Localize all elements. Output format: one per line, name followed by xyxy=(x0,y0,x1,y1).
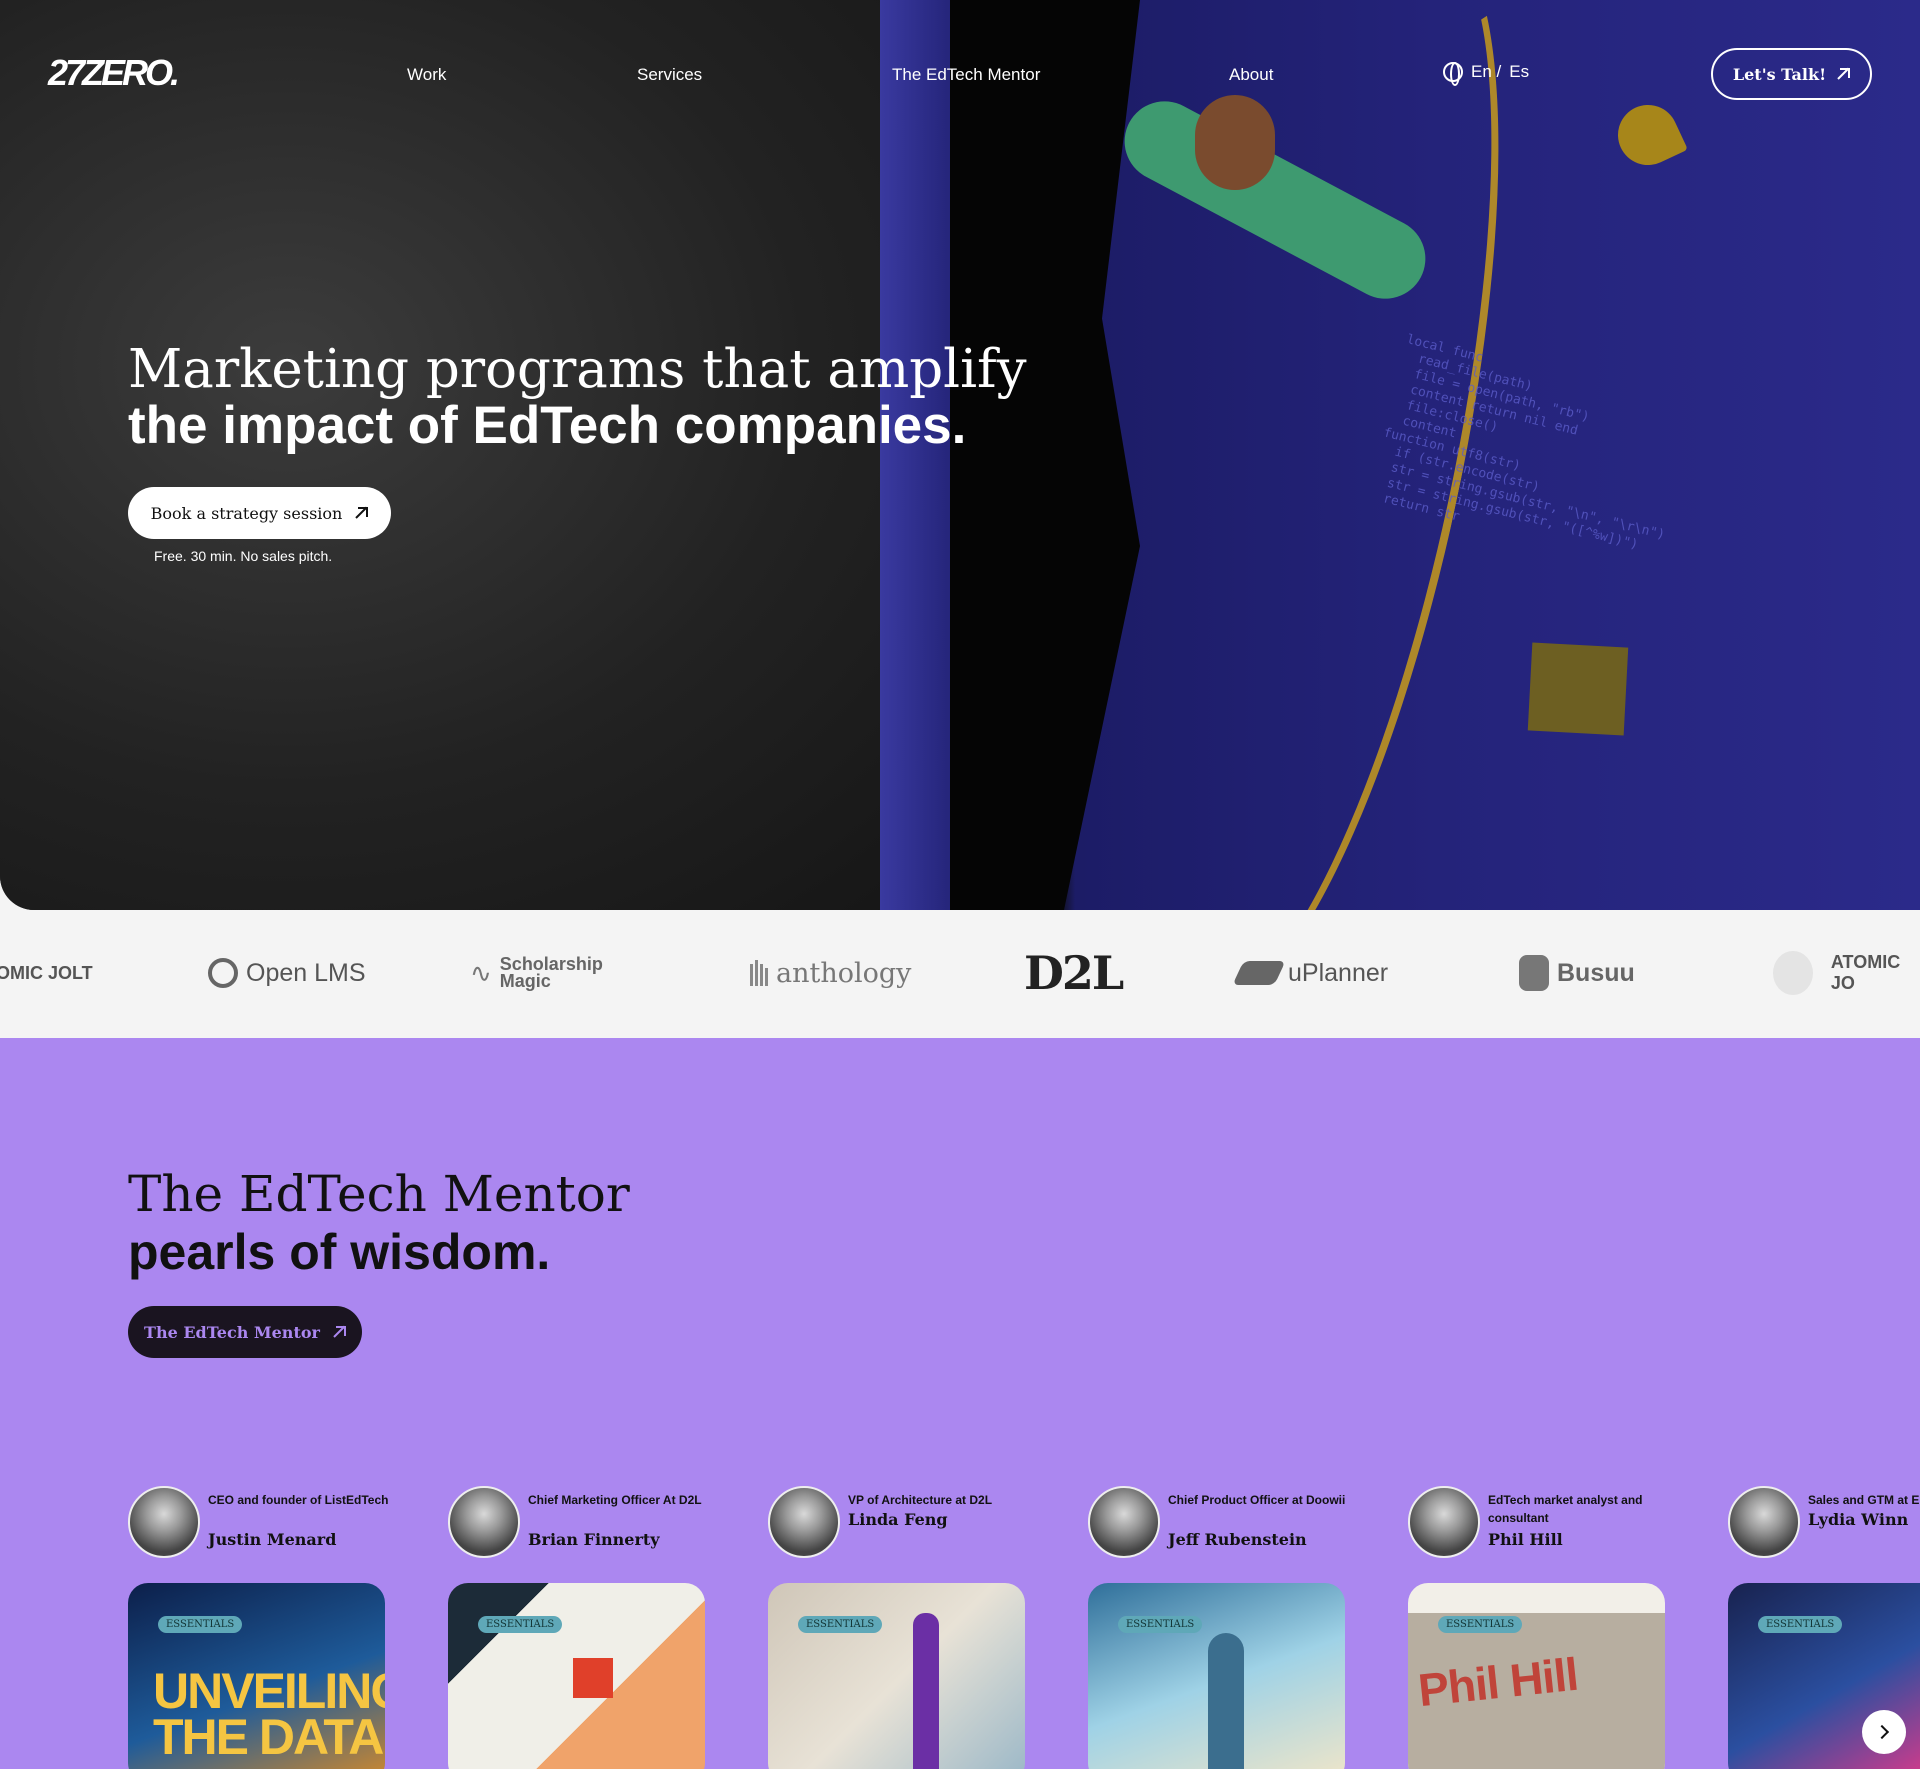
logo-text: uPlanner xyxy=(1288,958,1389,987)
mentor-name: Phil Hill xyxy=(1488,1530,1563,1549)
logo-text: Busuu xyxy=(1557,958,1635,987)
hero-section: local func read_file(path) file = open(p… xyxy=(0,0,1920,910)
hero-illustration-code: local func read_file(path) file = open(p… xyxy=(1366,332,1667,553)
scholarship-magic-icon: ∿ xyxy=(470,957,492,988)
mentor-name: Brian Finnerty xyxy=(528,1530,660,1549)
book-strategy-session-button[interactable]: Book a strategy session xyxy=(128,487,391,539)
logo-text: OMIC JOLT xyxy=(0,962,93,983)
essentials-tag: ESSENTIALS xyxy=(1438,1616,1523,1633)
logo-text: Scholarship Magic xyxy=(499,955,603,991)
busuu-icon xyxy=(1519,955,1549,991)
essentials-tag: ESSENTIALS xyxy=(478,1616,563,1633)
essentials-tag: ESSENTIALS xyxy=(798,1616,883,1633)
logo-atomic-jolt-right: ATOMIC JO xyxy=(1773,950,1920,996)
chevron-right-icon xyxy=(1874,1724,1890,1740)
mentor-card-jeff-rubenstein[interactable]: ESSENTIALS xyxy=(1088,1583,1345,1769)
mentor-title-line2: pearls of wisdom. xyxy=(128,1224,551,1280)
hero-title-line1: Marketing programs that amplify xyxy=(128,339,1027,400)
mentor-card-brian-finnerty[interactable]: ESSENTIALS xyxy=(448,1583,705,1769)
lets-talk-button[interactable]: Let's Talk! xyxy=(1711,48,1872,100)
avatar xyxy=(1088,1486,1160,1558)
client-logos-strip: OMIC JOLT Open LMS ∿ Scholarship Magic a… xyxy=(0,910,1920,1038)
card-illustration xyxy=(1208,1633,1244,1769)
avatar xyxy=(1408,1486,1480,1558)
logo-uplanner: uPlanner xyxy=(1232,950,1389,996)
hero-illustration-shadow xyxy=(950,0,1140,910)
mentor-role: Chief Product Officer at Doowii xyxy=(1168,1493,1346,1507)
nav-about[interactable]: About xyxy=(1229,65,1273,85)
essentials-tag: ESSENTIALS xyxy=(158,1616,243,1633)
arrow-up-right-icon xyxy=(356,507,369,519)
mentor-role: Chief Marketing Officer At D2L xyxy=(528,1493,702,1507)
site-logo[interactable]: 27ZERO. xyxy=(48,52,180,94)
logo-busuu: Busuu xyxy=(1519,950,1635,996)
hero-illustration-person-head xyxy=(1195,95,1275,190)
lang-en[interactable]: En / xyxy=(1471,62,1501,82)
logo-anthology: anthology xyxy=(750,950,911,996)
book-session-note: Free. 30 min. No sales pitch. xyxy=(154,548,333,564)
logo-text: Open LMS xyxy=(246,958,366,987)
hero-title-line2: the impact of EdTech companies. xyxy=(128,396,967,455)
lang-es[interactable]: Es xyxy=(1509,62,1529,82)
edtech-mentor-button-label: The EdTech Mentor xyxy=(144,1322,320,1342)
mentor-card-phil-hill[interactable]: ESSENTIALS Phil Hill xyxy=(1408,1583,1665,1769)
hero-illustration-heart xyxy=(1608,95,1688,175)
mentor-role: Sales and GTM at E xyxy=(1808,1493,1920,1507)
logo-text-line2: Magic xyxy=(499,971,551,991)
mentor-name: Linda Feng xyxy=(848,1510,948,1529)
lets-talk-label: Let's Talk! xyxy=(1732,64,1827,84)
card-title: UNVEILING THE DATA xyxy=(153,1663,385,1765)
logo-d2l: D2L xyxy=(1024,946,1124,1000)
mentor-role: EdTech market analyst and consultant xyxy=(1488,1493,1643,1525)
atomic-jolt-icon xyxy=(1773,951,1813,995)
avatar xyxy=(768,1486,840,1558)
hero-title: Marketing programs that amplify the impa… xyxy=(128,342,1027,454)
card-illustration xyxy=(913,1613,939,1769)
open-lms-icon xyxy=(208,958,238,988)
mentor-section-title: The EdTech Mentor pearls of wisdom. xyxy=(128,1165,630,1281)
nav-work[interactable]: Work xyxy=(407,65,446,85)
logo-scholarship-magic: ∿ Scholarship Magic xyxy=(470,950,603,996)
language-switcher: En / Es xyxy=(1443,62,1529,86)
logo-text: D2L xyxy=(1024,946,1124,1000)
mentor-title-line1: The EdTech Mentor xyxy=(128,1165,630,1223)
edtech-mentor-section: The EdTech Mentor pearls of wisdom. The … xyxy=(0,1038,1920,1769)
avatar xyxy=(128,1486,200,1558)
carousel-next-button[interactable] xyxy=(1862,1710,1906,1754)
essentials-tag: ESSENTIALS xyxy=(1758,1616,1843,1633)
mentor-name: Jeff Rubenstein xyxy=(1168,1530,1307,1549)
mentor-card-justin-menard[interactable]: ESSENTIALS UNVEILING THE DATA xyxy=(128,1583,385,1769)
mentor-role: VP of Architecture at D2L xyxy=(848,1493,993,1507)
mentor-name: Justin Menard xyxy=(208,1530,337,1549)
globe-icon xyxy=(1443,62,1463,86)
hero-illustration-room xyxy=(0,0,960,910)
nav-services[interactable]: Services xyxy=(637,65,702,85)
mentor-name: Lydia Winn xyxy=(1808,1510,1909,1529)
logo-open-lms: Open LMS xyxy=(208,950,366,996)
anthology-icon xyxy=(750,960,768,986)
nav-edtech-mentor[interactable]: The EdTech Mentor xyxy=(892,65,1040,85)
edtech-mentor-button[interactable]: The EdTech Mentor xyxy=(128,1306,362,1358)
mentor-card-linda-feng[interactable]: ESSENTIALS xyxy=(768,1583,1025,1769)
logo-text: anthology xyxy=(776,957,912,989)
uplanner-icon xyxy=(1232,961,1286,985)
arrow-up-right-icon xyxy=(334,1326,346,1338)
avatar xyxy=(448,1486,520,1558)
book-strategy-session-label: Book a strategy session xyxy=(150,503,343,523)
logo-text: ATOMIC JO xyxy=(1830,952,1901,993)
essentials-tag: ESSENTIALS xyxy=(1118,1616,1203,1633)
card-illustration xyxy=(573,1658,613,1698)
avatar xyxy=(1728,1486,1800,1558)
mentor-role: CEO and founder of ListEdTech xyxy=(208,1493,389,1507)
arrow-up-right-icon xyxy=(1838,68,1851,80)
logo-atomic-jolt-left: OMIC JOLT xyxy=(0,950,93,996)
hero-illustration-sticky-note xyxy=(1527,642,1629,736)
